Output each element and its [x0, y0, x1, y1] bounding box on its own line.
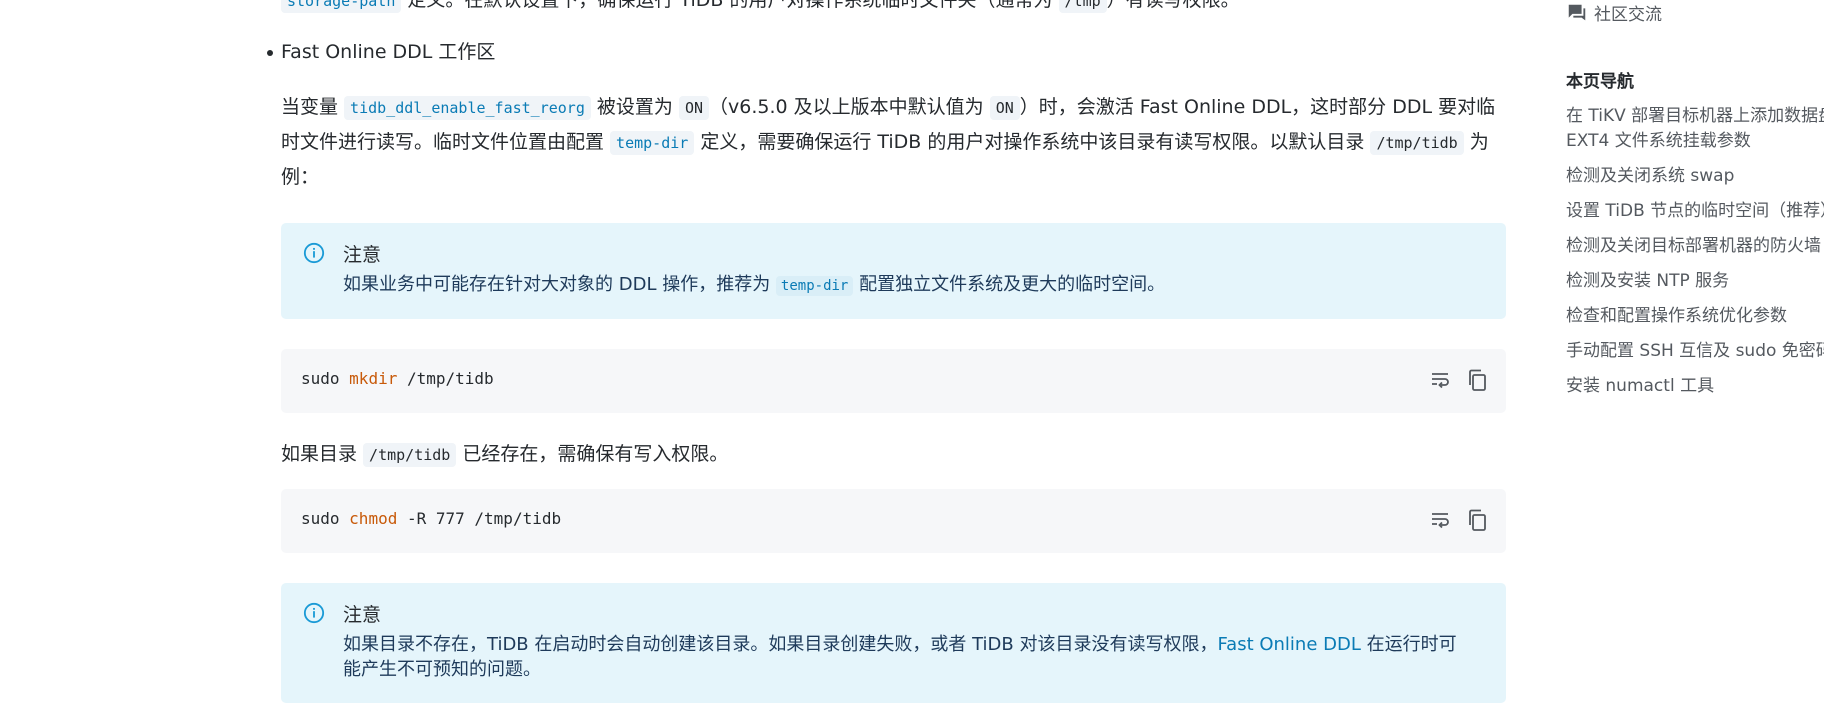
toc-item[interactable]: 设置 TiDB 节点的临时空间（推荐）	[1566, 199, 1824, 224]
partial-paragraph: storage-path 定义。在默认设置下，确保运行 TiDB 的用户对操作系…	[281, 0, 1506, 14]
code-line: sudo mkdir /tmp/tidb	[301, 369, 494, 388]
community-link[interactable]: 社区交流	[1566, 0, 1662, 25]
wrap-lines-icon[interactable]	[1429, 508, 1453, 532]
toc-item[interactable]: 检测及安装 NTP 服务	[1566, 269, 1824, 294]
toc-list: 在 TiKV 部署目标机器上添加数据盘 EXT4 文件系统挂载参数 检测及关闭系…	[1566, 104, 1824, 399]
inline-code-tmp: /tmp	[1058, 0, 1107, 13]
copy-icon[interactable]	[1465, 508, 1489, 532]
code-line: sudo chmod -R 777 /tmp/tidb	[301, 509, 562, 528]
code-block-chmod: sudo chmod -R 777 /tmp/tidb	[281, 489, 1506, 553]
bullet-dot	[267, 50, 273, 56]
chat-bubble-icon	[1568, 4, 1586, 21]
paragraph-dir-exists: 如果目录 /tmp/tidb 已经存在，需确保有写入权限。	[281, 443, 729, 467]
inline-code-on-default: ON	[989, 96, 1020, 120]
toc-item[interactable]: EXT4 文件系统挂载参数	[1566, 129, 1824, 154]
inline-code-temp-dir[interactable]: temp-dir	[775, 276, 854, 296]
note-callout-temp-dir: 注意 如果业务中可能存在针对大对象的 DDL 操作，推荐为 temp-dir 配…	[281, 223, 1506, 319]
list-item-fast-online-ddl: Fast Online DDL 工作区	[267, 38, 1506, 66]
note-title: 注意	[343, 244, 382, 266]
inline-code-tmp-tidb: /tmp/tidb	[1370, 131, 1464, 155]
toc-item[interactable]: 手动配置 SSH 互信及 sudo 免密码	[1566, 339, 1824, 364]
inline-code-temp-dir[interactable]: temp-dir	[610, 131, 695, 155]
info-circle-icon	[303, 602, 325, 624]
code-block-mkdir: sudo mkdir /tmp/tidb	[281, 349, 1506, 413]
note-callout-missing-dir: 注意 如果目录不存在，TiDB 在启动时会自动创建该目录。如果目录创建失败，或者…	[281, 583, 1506, 703]
wrap-lines-icon[interactable]	[1429, 368, 1453, 392]
inline-code-fast-reorg[interactable]: tidb_ddl_enable_fast_reorg	[344, 96, 591, 120]
toc-item[interactable]: 在 TiKV 部署目标机器上添加数据盘	[1566, 104, 1824, 129]
inline-code-tmp-tidb: /tmp/tidb	[363, 443, 457, 467]
info-circle-icon	[303, 242, 325, 264]
link-fast-online-ddl[interactable]: Fast Online DDL	[1217, 634, 1360, 655]
toc-item[interactable]: 检测及关闭目标部署机器的防火墙	[1566, 234, 1824, 259]
toc-item[interactable]: 检测及关闭系统 swap	[1566, 164, 1824, 189]
right-sidebar: 社区交流 本页导航 在 TiKV 部署目标机器上添加数据盘 EXT4 文件系统挂…	[1566, 0, 1824, 728]
toc-item[interactable]: 安装 numactl 工具	[1566, 374, 1824, 399]
inline-code-storage-path: storage-path	[281, 0, 402, 13]
toc-item[interactable]: 检查和配置操作系统优化参数	[1566, 304, 1824, 329]
toc-title: 本页导航	[1566, 72, 1634, 92]
copy-icon[interactable]	[1465, 368, 1489, 392]
note-body: 如果业务中可能存在针对大对象的 DDL 操作，推荐为 temp-dir 配置独立…	[343, 274, 1166, 296]
note-title: 注意	[343, 604, 382, 626]
note-body: 如果目录不存在，TiDB 在启动时会自动创建该目录。如果目录创建失败，或者 Ti…	[343, 634, 1457, 680]
paragraph-fast-reorg: 当变量 tidb_ddl_enable_fast_reorg 被设置为 ON （v…	[281, 96, 1496, 188]
inline-code-on: ON	[678, 96, 710, 120]
